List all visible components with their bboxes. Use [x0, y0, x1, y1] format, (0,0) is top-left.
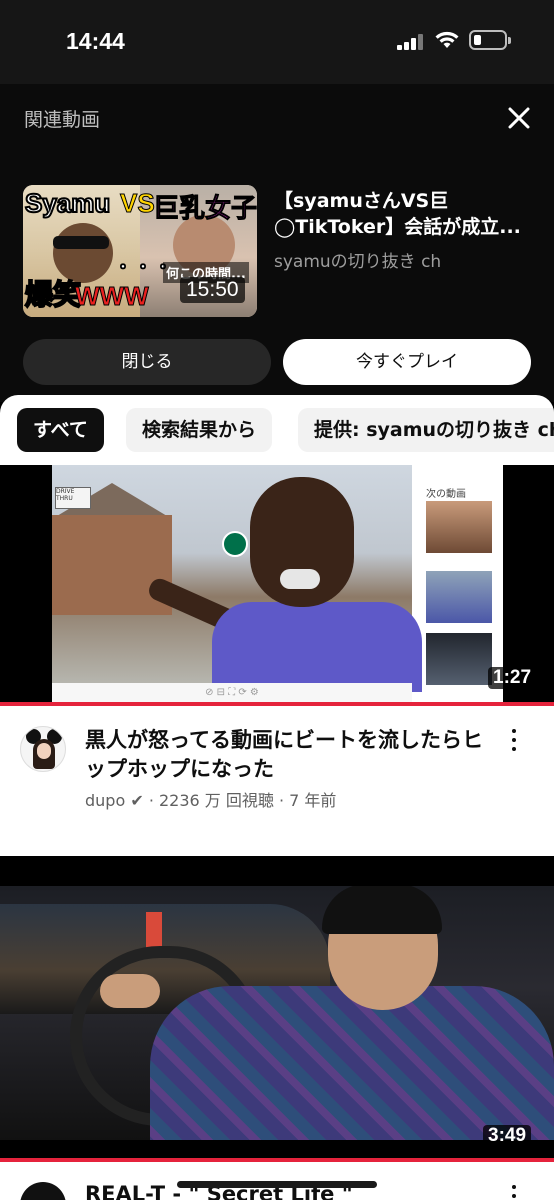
- video-1-duration: 1:27: [488, 667, 537, 689]
- status-time: 14:44: [66, 28, 125, 54]
- thumb-sign: DRIVE THRU: [55, 487, 91, 509]
- related-heading: 関連動画: [24, 109, 101, 131]
- more-options-icon-2[interactable]: [509, 1185, 519, 1200]
- wifi-icon: [435, 31, 459, 48]
- battery-icon: [469, 30, 511, 50]
- thumb-text-www: WWW: [75, 281, 150, 312]
- thumb-text-name: Syamu: [24, 187, 111, 219]
- avatar-2[interactable]: [20, 1182, 66, 1200]
- related-video-title[interactable]: 【syamuさんVS巨◯TikToker】会話が成立...: [274, 188, 536, 240]
- chip-all[interactable]: すべて: [17, 408, 104, 452]
- video-2-duration: 3:49: [483, 1125, 532, 1147]
- thumb-next-label: 次の動画: [426, 489, 466, 500]
- video-1-title[interactable]: 黒人が怒ってる動画にビートを流したらヒップホップになった: [85, 726, 485, 784]
- chip-channel[interactable]: 提供: syamuの切り抜き ch: [298, 408, 554, 452]
- video-thumbnail-2[interactable]: [0, 886, 554, 1140]
- related-video-panel: 関連動画 Syamu VS 巨乳女子 ・・・ 何この時間... 爆笑 WWW 1…: [0, 84, 554, 402]
- status-bar: 14:44: [0, 0, 554, 84]
- related-video-duration: 15:50: [180, 277, 245, 303]
- chip-from-search[interactable]: 検索結果から: [126, 408, 273, 452]
- thumb-text-girl: 巨乳女子: [153, 194, 258, 225]
- related-video-channel: syamuの切り抜き ch: [274, 252, 442, 272]
- cellular-signal-icon: [397, 34, 427, 50]
- home-indicator[interactable]: [177, 1181, 377, 1188]
- video-1-details: 黒人が怒ってる動画にビートを流したらヒップホップになった dupo ✔ · 22…: [0, 706, 554, 856]
- video-thumbnail-1[interactable]: DRIVE THRU ⊘ ⊟ ⛶ ⟳ ⚙ 次の動画 1:27: [0, 465, 554, 705]
- divider: [0, 856, 554, 886]
- thumb-player-controls: ⊘ ⊟ ⛶ ⟳ ⚙: [52, 683, 412, 702]
- thumb-text-laugh: 爆笑: [24, 277, 82, 312]
- thumb-text-vs: VS: [120, 188, 156, 219]
- close-button[interactable]: 閉じる: [23, 339, 271, 385]
- more-options-icon[interactable]: [509, 729, 519, 753]
- video-1-meta: dupo ✔ · 2236 万 回視聴 · 7 年前: [85, 791, 337, 810]
- play-now-button[interactable]: 今すぐプレイ: [283, 339, 531, 385]
- avatar[interactable]: [20, 726, 66, 772]
- close-icon[interactable]: [506, 105, 532, 131]
- filter-chip-bar: すべて 検索結果から 提供: syamuの切り抜き ch: [0, 395, 554, 465]
